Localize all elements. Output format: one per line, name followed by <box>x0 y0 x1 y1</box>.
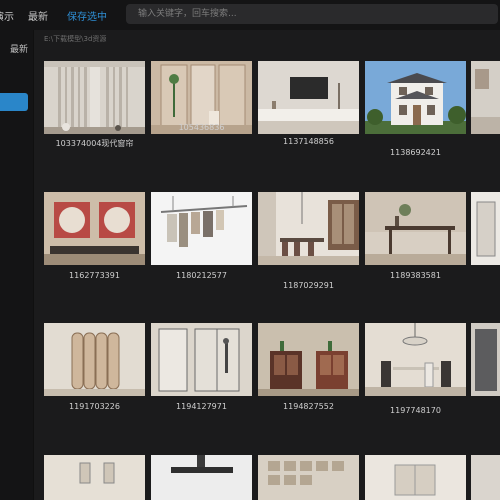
thumbnail-caption: 1194127971 <box>176 402 227 411</box>
breadcrumb: E:\下载模型\3d资源 <box>44 35 107 43</box>
thumbnail-row4-3[interactable] <box>258 455 359 500</box>
thumbnail-partial-3[interactable] <box>471 323 500 396</box>
thumbnail-dining-room[interactable] <box>258 192 359 265</box>
thumbnail-partial-2[interactable] <box>471 192 500 265</box>
thumbnail-folding-screen[interactable] <box>44 323 145 396</box>
sidebar-item-active[interactable] <box>0 93 28 111</box>
thumbnail-caption: 105436836 <box>178 123 225 132</box>
thumbnail-console-table[interactable] <box>365 192 466 265</box>
thumbnail-dining-set[interactable] <box>365 323 466 396</box>
thumbnail-shower[interactable] <box>151 323 252 396</box>
thumbnail-caption: 1162773391 <box>69 271 120 280</box>
thumbnail-curtain[interactable] <box>44 61 145 134</box>
thumbnail-tv-wall[interactable] <box>258 61 359 134</box>
thumbnail-row4-5[interactable] <box>471 455 500 500</box>
search-box <box>126 4 498 24</box>
thumbnail-caption: 1194827552 <box>283 402 334 411</box>
thumbnail-caption: 1191703226 <box>69 402 120 411</box>
thumbnail-row4-1[interactable] <box>44 455 145 500</box>
thumbnail-caption: 1187029291 <box>283 281 334 290</box>
tab-save-selected[interactable]: 保存选中 <box>67 8 107 23</box>
tab-latest[interactable]: 最新 <box>28 8 48 23</box>
thumbnail-caption: 1137148856 <box>283 137 334 146</box>
search-input[interactable] <box>126 4 498 24</box>
sidebar-item-latest[interactable]: 最新 <box>0 42 34 56</box>
thumbnail-partial-1[interactable] <box>471 61 500 134</box>
top-bar: 演示 最新 保存选中 <box>0 0 500 30</box>
thumbnail-caption: 1180212577 <box>176 271 227 280</box>
thumbnail-row4-2[interactable] <box>151 455 252 500</box>
thumbnail-caption: 1197748170 <box>390 406 441 415</box>
sidebar-item-label: 最新 <box>9 45 28 55</box>
thumbnail-caption: 1138692421 <box>390 148 441 157</box>
thumbnail-caption: 1189383581 <box>390 271 441 280</box>
thumbnail-caption: 103374004现代窗帘 <box>55 139 134 148</box>
thumbnail-wall-art[interactable] <box>44 192 145 265</box>
tab-demo[interactable]: 演示 <box>0 8 14 23</box>
sidebar: 最新 <box>0 30 34 500</box>
thumbnail-cabinets[interactable] <box>258 323 359 396</box>
thumbnail-row4-4[interactable] <box>365 455 466 500</box>
thumbnail-clothes-rack[interactable] <box>151 192 252 265</box>
thumbnail-villa[interactable] <box>365 61 466 134</box>
